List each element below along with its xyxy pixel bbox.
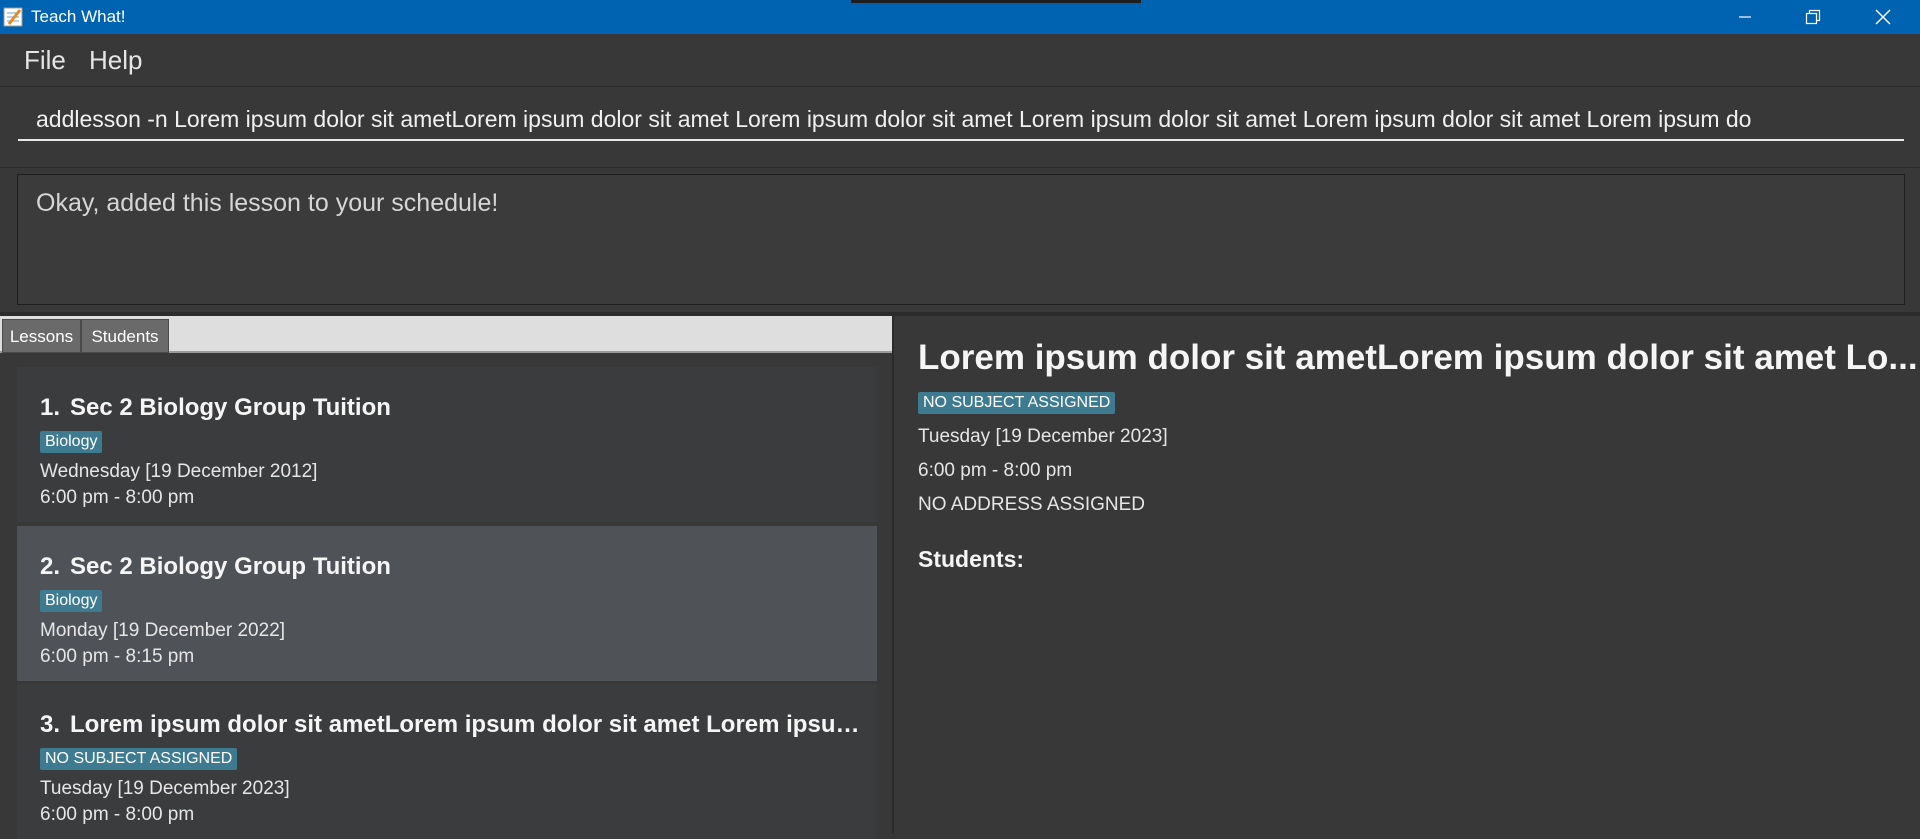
- lesson-time: 6:00 pm - 8:00 pm: [40, 804, 195, 825]
- lesson-index: 2.: [40, 553, 61, 580]
- lesson-name: Sec 2 Biology Group Tuition: [70, 553, 391, 580]
- menu-bar: File Help: [0, 34, 1920, 86]
- close-button[interactable]: [1848, 0, 1918, 34]
- tab-lessons[interactable]: Lessons: [2, 319, 81, 353]
- subject-tag: Biology: [40, 590, 103, 612]
- lesson-index: 1.: [40, 394, 61, 421]
- tab-students[interactable]: Students: [81, 319, 169, 353]
- close-icon: [1875, 9, 1891, 25]
- lesson-list-pane: Lessons Students 1. Sec 2 Biology Group T…: [0, 316, 892, 839]
- lesson-date: Monday [19 December 2022]: [40, 620, 286, 641]
- menu-file[interactable]: File: [24, 45, 66, 75]
- detail-subject-tag: NO SUBJECT ASSIGNED: [918, 392, 1116, 414]
- title-notch: [851, 0, 1141, 3]
- menu-help[interactable]: Help: [89, 45, 142, 75]
- lesson-time: 6:00 pm - 8:15 pm: [40, 646, 195, 667]
- restore-button[interactable]: [1778, 0, 1848, 34]
- lesson-time: 6:00 pm - 8:00 pm: [40, 487, 195, 508]
- command-input[interactable]: addlesson -n Lorem ipsum dolor sit ametL…: [18, 99, 1904, 141]
- lesson-title: 2. Sec 2 Biology Group Tuition: [40, 553, 391, 581]
- lesson-name: Lorem ipsum dolor sit ametLorem ipsum do…: [70, 711, 880, 738]
- lesson-title: 1. Sec 2 Biology Group Tuition: [40, 394, 391, 422]
- minimize-button[interactable]: [1710, 0, 1780, 34]
- window-title: Teach What!: [31, 7, 126, 26]
- lesson-name: Sec 2 Biology Group Tuition: [70, 394, 391, 421]
- lesson-card[interactable]: 1. Sec 2 Biology Group Tuition Biology We…: [17, 367, 877, 522]
- result-display: Okay, added this lesson to your schedule…: [17, 174, 1905, 305]
- notepad-icon: [3, 7, 23, 27]
- lesson-card[interactable]: 3. Lorem ipsum dolor sit ametLorem ipsum …: [17, 684, 880, 839]
- detail-time: 6:00 pm - 8:00 pm: [918, 460, 1073, 481]
- lesson-index: 3.: [40, 711, 61, 738]
- subject-tag: NO SUBJECT ASSIGNED: [40, 748, 238, 770]
- detail-title: Lorem ipsum dolor sit ametLorem ipsum do…: [918, 338, 1918, 377]
- lesson-detail-pane: Lorem ipsum dolor sit ametLorem ipsum do…: [894, 316, 1920, 833]
- students-heading: Students:: [918, 546, 1025, 572]
- command-box: addlesson -n Lorem ipsum dolor sit ametL…: [0, 86, 1920, 168]
- lesson-card-selected[interactable]: 2. Sec 2 Biology Group Tuition Biology Mo…: [17, 526, 877, 681]
- lesson-date: Tuesday [19 December 2023]: [40, 778, 290, 799]
- tab-bar: Lessons Students: [0, 316, 892, 353]
- detail-date: Tuesday [19 December 2023]: [918, 426, 1168, 447]
- title-bar: Teach What!: [0, 0, 1920, 34]
- minimize-icon: [1739, 16, 1751, 18]
- result-message: Okay, added this lesson to your schedule…: [36, 189, 499, 217]
- lesson-date: Wednesday [19 December 2012]: [40, 461, 318, 482]
- subject-tag: Biology: [40, 431, 103, 453]
- detail-address: NO ADDRESS ASSIGNED: [918, 494, 1146, 515]
- lesson-title: 3. Lorem ipsum dolor sit ametLorem ipsum …: [40, 711, 880, 739]
- restore-icon: [1805, 9, 1821, 25]
